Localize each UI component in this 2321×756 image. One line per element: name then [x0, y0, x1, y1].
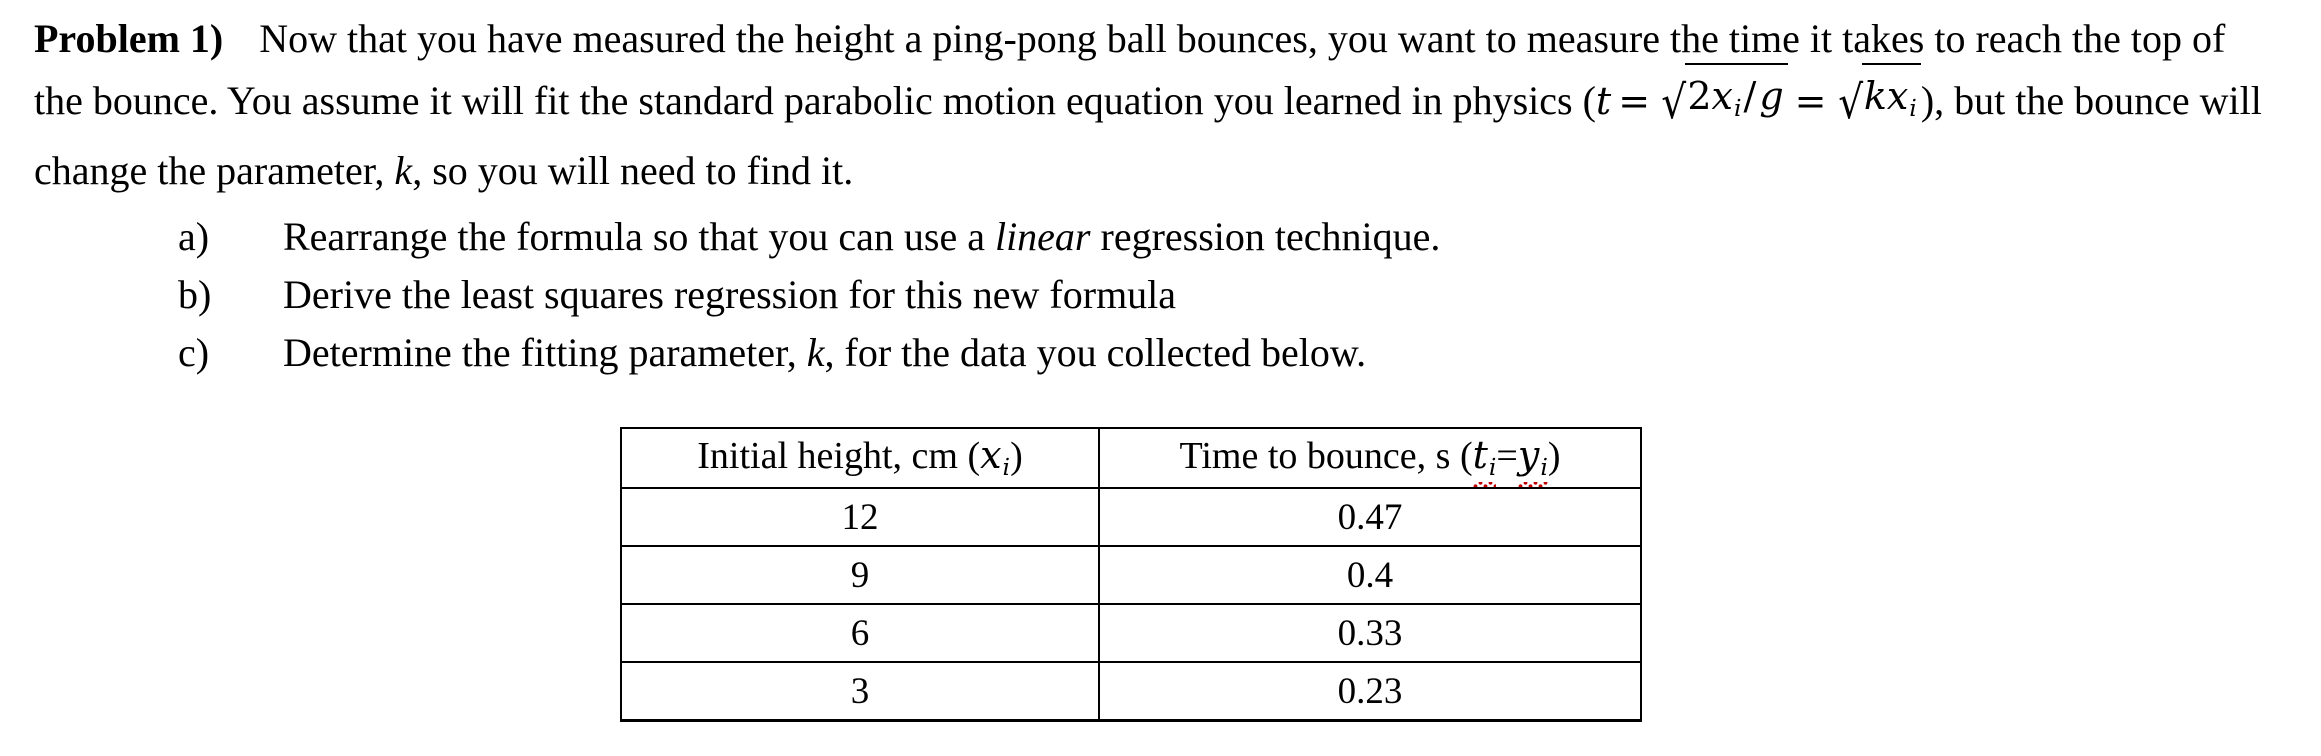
header-1-subscript: i [1002, 453, 1011, 482]
radical-kxi: √kxi [1834, 63, 1921, 142]
header-2-open-paren: ( [1459, 435, 1473, 478]
header-2-symbol-2: y [1517, 433, 1540, 478]
sub-question-c: c) Determine the fitting parameter, k, f… [178, 324, 1440, 382]
header-2-symbol-y-misspelled: yi [1517, 433, 1548, 487]
sub-question-a-emphasis: linear [994, 214, 1091, 259]
sub-question-a-marker: a) [178, 214, 210, 259]
cell-time-to-bounce: 0.47 [1098, 487, 1642, 547]
header-2-subscript-2: i [1540, 453, 1548, 482]
header-2-text: Time to bounce, s [1179, 435, 1460, 478]
problem-label: Problem 1) [34, 16, 224, 61]
radicand-2-variable: x [1886, 74, 1909, 118]
header-2-symbol-1: t [1472, 433, 1488, 478]
equation-lhs: t [1595, 79, 1612, 123]
radical-2xi-over-g: √2xi/g [1657, 63, 1788, 142]
header-2-symbol-t-misspelled: ti [1472, 433, 1497, 487]
sub-question-b-marker: b) [178, 272, 212, 317]
problem-param-k: k [394, 147, 413, 193]
header-2-close-paren: ) [1547, 435, 1561, 478]
equation-equals-1: = [1618, 79, 1651, 123]
problem-intro-text-part2b: , so you will need to find it. [412, 147, 854, 193]
cell-initial-height: 3 [620, 661, 1100, 722]
sub-question-b: b) Derive the least squares regression f… [178, 266, 1440, 324]
header-1-open-paren: ( [967, 435, 981, 478]
data-table-container: Initial height, cm (xi) Time to bounce, … [620, 427, 1642, 722]
header-1-symbol: x [980, 433, 1002, 478]
cell-initial-height: 12 [620, 487, 1100, 547]
cell-initial-height: 9 [620, 545, 1100, 605]
header-1-close-paren: ) [1010, 435, 1023, 478]
measurement-data-table: Initial height, cm (xi) Time to bounce, … [620, 427, 1642, 722]
radicand-2: kxi [1861, 63, 1921, 137]
problem-statement: Problem 1) Now that you have measured the… [34, 10, 2264, 200]
table-row: 3 0.23 [620, 661, 1642, 722]
sub-question-c-text-before: Determine the fitting parameter, [283, 330, 807, 375]
cell-initial-height: 6 [620, 603, 1100, 663]
sub-question-c-text: Determine the fitting parameter, k, for … [283, 324, 1366, 382]
parabolic-motion-equation: t = √2xi/g = √kxi [1595, 63, 1921, 125]
sub-question-b-text: Derive the least squares regression for … [283, 266, 1176, 324]
radicand-1-denominator: g [1759, 74, 1784, 118]
header-2-subscript-1: i [1488, 453, 1497, 482]
table-row: 9 0.4 [620, 545, 1642, 605]
sub-question-a-text: Rearrange the formula so that you can us… [283, 208, 1440, 266]
sub-question-a: a) Rearrange the formula so that you can… [178, 208, 1440, 266]
sub-question-b-text-before: Derive the least squares regression for … [283, 272, 1177, 317]
equation-equals-2: = [1794, 79, 1827, 123]
cell-time-to-bounce: 0.23 [1098, 661, 1642, 722]
cell-time-to-bounce: 0.33 [1098, 603, 1642, 663]
radicand-1: 2xi/g [1685, 63, 1788, 137]
table-header-initial-height: Initial height, cm (xi) [620, 427, 1100, 489]
header-2-equals: = [1496, 435, 1518, 478]
radicand-1-variable: x [1711, 74, 1733, 118]
radicand-2-subscript: i [1909, 93, 1917, 122]
sub-question-a-text-before: Rearrange the formula so that you can us… [283, 214, 995, 259]
sub-question-a-text-after: regression technique. [1090, 214, 1441, 259]
header-1-text: Initial height, cm [697, 435, 968, 478]
table-row: 12 0.47 [620, 487, 1642, 547]
cell-time-to-bounce: 0.4 [1098, 545, 1642, 605]
radicand-1-subscript: i [1733, 93, 1742, 122]
table-header-time-to-bounce: Time to bounce, s (ti=yi) [1098, 427, 1642, 489]
table-row: 6 0.33 [620, 603, 1642, 663]
radicand-2-parameter: k [1863, 74, 1887, 118]
radicand-1-divider: / [1743, 74, 1757, 118]
sub-question-c-emphasis: k [806, 330, 825, 375]
table-header-row: Initial height, cm (xi) Time to bounce, … [620, 427, 1642, 489]
sub-question-c-text-after: , for the data you collected below. [824, 330, 1367, 375]
sub-question-c-marker: c) [178, 330, 210, 375]
radicand-1-coefficient: 2 [1687, 74, 1712, 118]
sub-question-list: a) Rearrange the formula so that you can… [178, 208, 1440, 382]
document-page: Problem 1) Now that you have measured the… [0, 0, 2321, 756]
